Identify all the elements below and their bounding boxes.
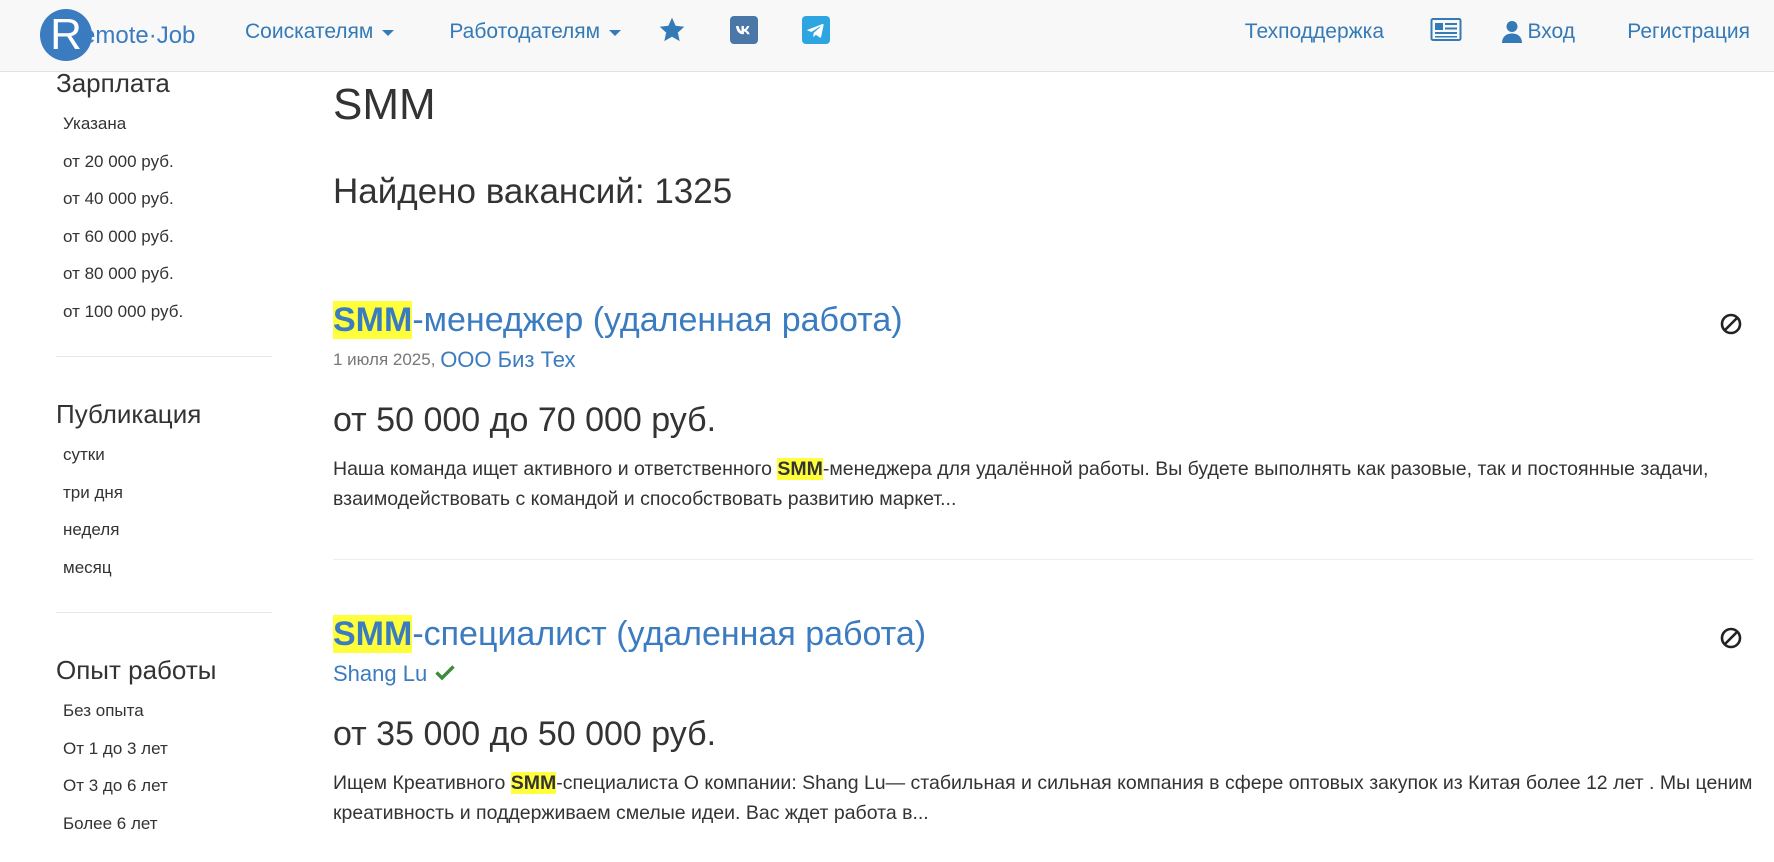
- job-description: Наша команда ищет активного и ответствен…: [333, 454, 1753, 514]
- nav-employers-label: Работодателям: [449, 20, 601, 43]
- job-title-text: -специалист (удаленная работа): [412, 615, 927, 653]
- job-card: SMM-специалист (удаленная работа) Shang …: [333, 614, 1753, 828]
- nav-login-link[interactable]: Вход: [1502, 20, 1575, 44]
- caret-down-icon: [609, 30, 622, 36]
- job-meta: Shang Lu: [333, 660, 1753, 688]
- filters-sidebar: Зарплата Указана от 20 000 руб. от 40 00…: [56, 64, 272, 846]
- nav-login-label: Вход: [1527, 20, 1575, 43]
- page-title: SMM: [333, 80, 436, 129]
- filter-salary-100000[interactable]: от 100 000 руб.: [56, 297, 272, 335]
- nav-left: Соискателям Работодателям: [245, 0, 622, 64]
- company-link[interactable]: ООО Биз Тех: [440, 347, 575, 373]
- filter-published-week[interactable]: неделя: [56, 515, 272, 553]
- filter-salary-40000[interactable]: от 40 000 руб.: [56, 184, 272, 222]
- star-icon[interactable]: [658, 16, 686, 44]
- divider: [333, 559, 1753, 560]
- nav-support-link[interactable]: Техподдержка: [1245, 20, 1384, 44]
- job-title-link[interactable]: SMM-специалист (удаленная работа): [333, 614, 926, 654]
- results-count: Найдено вакансий: 1325: [333, 172, 732, 212]
- company-link[interactable]: Shang Lu: [333, 661, 427, 687]
- published-filter-title: Публикация: [56, 399, 202, 429]
- job-date: 1 июля 2025,: [333, 350, 436, 369]
- filter-exp-6plus[interactable]: Более 6 лет: [56, 809, 272, 847]
- search-highlight: SMM: [333, 301, 413, 339]
- check-icon: [435, 663, 455, 686]
- published-filter-list: сутки три дня неделя месяц: [56, 440, 272, 590]
- caret-down-icon: [382, 30, 395, 36]
- filter-exp-none[interactable]: Без опыта: [56, 696, 272, 734]
- block-icon[interactable]: [1719, 312, 1743, 336]
- results-count-value: 1325: [654, 172, 733, 211]
- job-card: SMM-менеджер (удаленная работа) 1 июля 2…: [333, 300, 1753, 514]
- vk-icon[interactable]: [730, 16, 758, 44]
- job-title-link[interactable]: SMM-менеджер (удаленная работа): [333, 300, 903, 340]
- user-icon: [1502, 21, 1523, 43]
- filter-published-day[interactable]: сутки: [56, 440, 272, 478]
- divider: [56, 356, 272, 357]
- logo-text: emote·Job: [82, 22, 196, 49]
- news-icon[interactable]: [1430, 17, 1462, 45]
- filter-salary-60000[interactable]: от 60 000 руб.: [56, 222, 272, 260]
- divider: [56, 612, 272, 613]
- job-salary: от 35 000 до 50 000 руб.: [333, 715, 717, 753]
- filter-published-month[interactable]: месяц: [56, 553, 272, 591]
- search-highlight: SMM: [777, 458, 823, 480]
- desc-text: Наша команда ищет активного и ответствен…: [333, 458, 778, 480]
- nav-employers-dropdown[interactable]: Работодателям: [449, 20, 622, 44]
- experience-filter-title: Опыт работы: [56, 655, 217, 685]
- top-navbar: R emote·Job Соискателям Работодателям Те…: [0, 0, 1774, 72]
- filter-salary-80000[interactable]: от 80 000 руб.: [56, 259, 272, 297]
- filter-exp-1-3[interactable]: От 1 до 3 лет: [56, 734, 272, 772]
- salary-filter-title: Зарплата: [56, 68, 170, 98]
- nav-seekers-label: Соискателям: [245, 20, 374, 43]
- job-title-text: -менеджер (удаленная работа): [412, 301, 903, 339]
- job-description: Ищем Креативного SMM-специалиста О компа…: [333, 768, 1753, 828]
- filter-salary-20000[interactable]: от 20 000 руб.: [56, 147, 272, 185]
- site-logo[interactable]: R emote·Job: [40, 8, 195, 62]
- job-salary: от 50 000 до 70 000 руб.: [333, 401, 717, 439]
- search-highlight: SMM: [510, 772, 557, 794]
- telegram-icon[interactable]: [802, 16, 830, 44]
- job-meta: 1 июля 2025, ООО Биз Тех: [333, 346, 1753, 374]
- filter-salary-specified[interactable]: Указана: [56, 109, 272, 147]
- experience-filter-list: Без опыта От 1 до 3 лет От 3 до 6 лет Бо…: [56, 696, 272, 846]
- salary-filter-list: Указана от 20 000 руб. от 40 000 руб. от…: [56, 109, 272, 334]
- nav-seekers-dropdown[interactable]: Соискателям: [245, 20, 395, 44]
- filter-published-3days[interactable]: три дня: [56, 478, 272, 516]
- results-count-label: Найдено вакансий:: [333, 172, 645, 211]
- block-icon[interactable]: [1719, 626, 1743, 650]
- desc-text: Ищем Креативного: [333, 772, 511, 794]
- search-highlight: SMM: [333, 615, 413, 653]
- filter-exp-3-6[interactable]: От 3 до 6 лет: [56, 771, 272, 809]
- nav-register-link[interactable]: Регистрация: [1627, 20, 1750, 44]
